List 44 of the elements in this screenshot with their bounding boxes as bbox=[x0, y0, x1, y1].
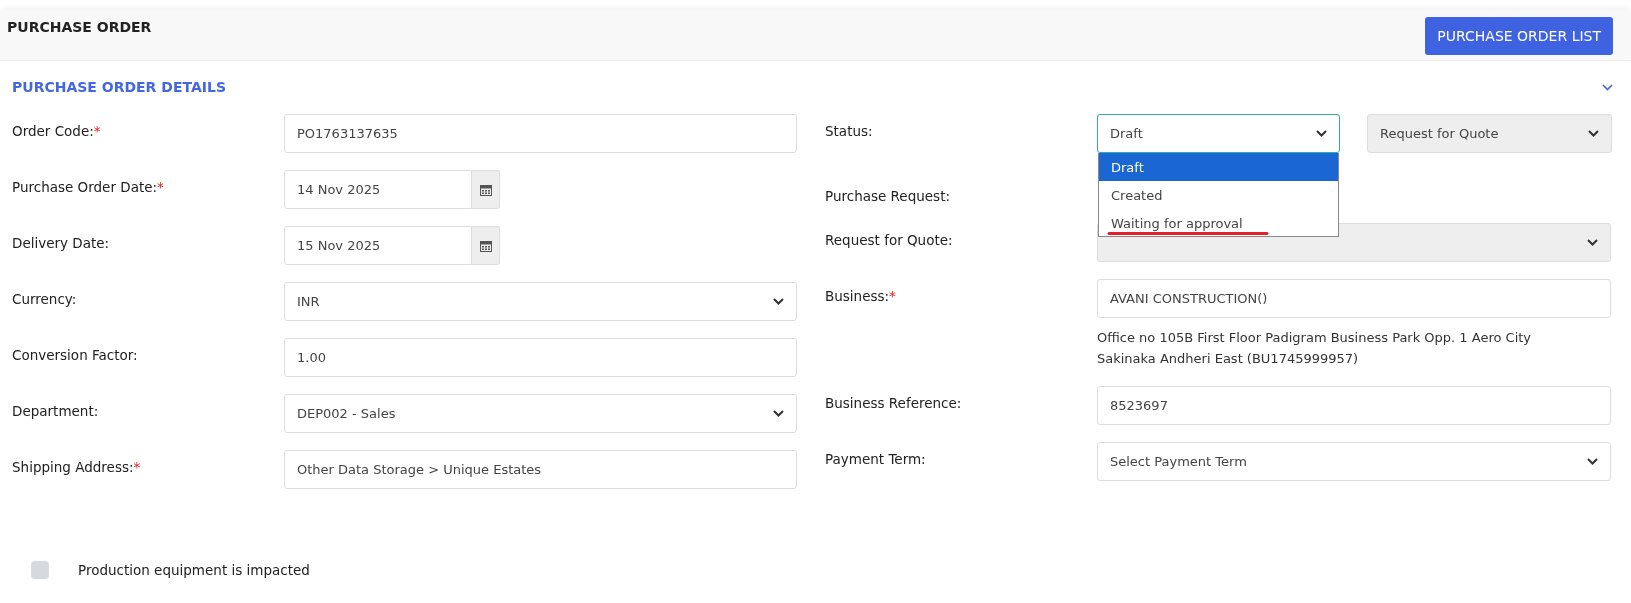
dropdown-option[interactable]: Created bbox=[1099, 181, 1338, 209]
text-field[interactable]: AVANI CONSTRUCTION() bbox=[1097, 279, 1611, 318]
field-label: Currency: bbox=[11, 290, 78, 307]
calendar-button[interactable] bbox=[472, 226, 500, 265]
field-label: Status: bbox=[825, 122, 874, 139]
chevron-down-icon bbox=[773, 410, 784, 417]
checkbox-label: Production equipment is impacted bbox=[78, 562, 310, 578]
select-field[interactable]: INR bbox=[284, 282, 797, 321]
text-field[interactable]: Other Data Storage > Unique Estates bbox=[284, 450, 797, 489]
chevron-down-icon bbox=[1316, 130, 1327, 137]
field-label: Department: bbox=[11, 402, 100, 419]
date-field[interactable]: 15 Nov 2025 bbox=[284, 226, 472, 265]
field-label: Conversion Factor: bbox=[11, 346, 139, 363]
text-field[interactable]: PO1763137635 bbox=[284, 114, 797, 153]
select-field[interactable]: DEP002 - Sales bbox=[284, 394, 797, 433]
checkbox[interactable] bbox=[31, 561, 49, 579]
section-title: PURCHASE ORDER DETAILS bbox=[12, 79, 226, 95]
business-address: Office no 105B First Floor Padigram Business Park Opp. 1 Aero City Sakinaka Andheri East (BU1745999957) bbox=[1097, 329, 1533, 368]
dropdown-option[interactable]: Draft bbox=[1099, 153, 1338, 181]
chevron-down-icon bbox=[1587, 458, 1598, 465]
field-label: Order Code:* bbox=[11, 122, 102, 139]
field-label: Purchase Order Date:* bbox=[11, 178, 165, 195]
field-label: Payment Term: bbox=[825, 450, 927, 467]
select-field[interactable]: Select Payment Term bbox=[1097, 442, 1611, 481]
chevron-down-icon[interactable] bbox=[1602, 83, 1613, 91]
calendar-icon bbox=[479, 239, 492, 252]
field-label: Delivery Date: bbox=[11, 234, 111, 251]
field-label: Business Reference: bbox=[825, 394, 963, 411]
calendar-icon bbox=[479, 183, 492, 196]
chevron-down-icon bbox=[773, 298, 784, 305]
date-field[interactable]: 14 Nov 2025 bbox=[284, 170, 472, 209]
chevron-down-icon bbox=[1588, 130, 1599, 137]
field-label: Shipping Address:* bbox=[11, 458, 142, 475]
field-label: Purchase Request: bbox=[825, 187, 951, 204]
page-title: PURCHASE ORDER bbox=[7, 19, 152, 35]
calendar-button[interactable] bbox=[472, 170, 500, 209]
text-field[interactable]: 8523697 bbox=[1097, 386, 1611, 425]
chevron-down-icon bbox=[1587, 239, 1598, 246]
field-label: Business:* bbox=[825, 287, 897, 304]
purchase-order-list-button[interactable]: PURCHASE ORDER LIST bbox=[1425, 17, 1613, 55]
text-field[interactable]: 1.00 bbox=[284, 338, 797, 377]
field-label: Request for Quote: bbox=[825, 231, 954, 248]
dropdown-option[interactable]: Waiting for approval bbox=[1099, 209, 1338, 236]
status-select[interactable]: Draft bbox=[1097, 114, 1340, 153]
